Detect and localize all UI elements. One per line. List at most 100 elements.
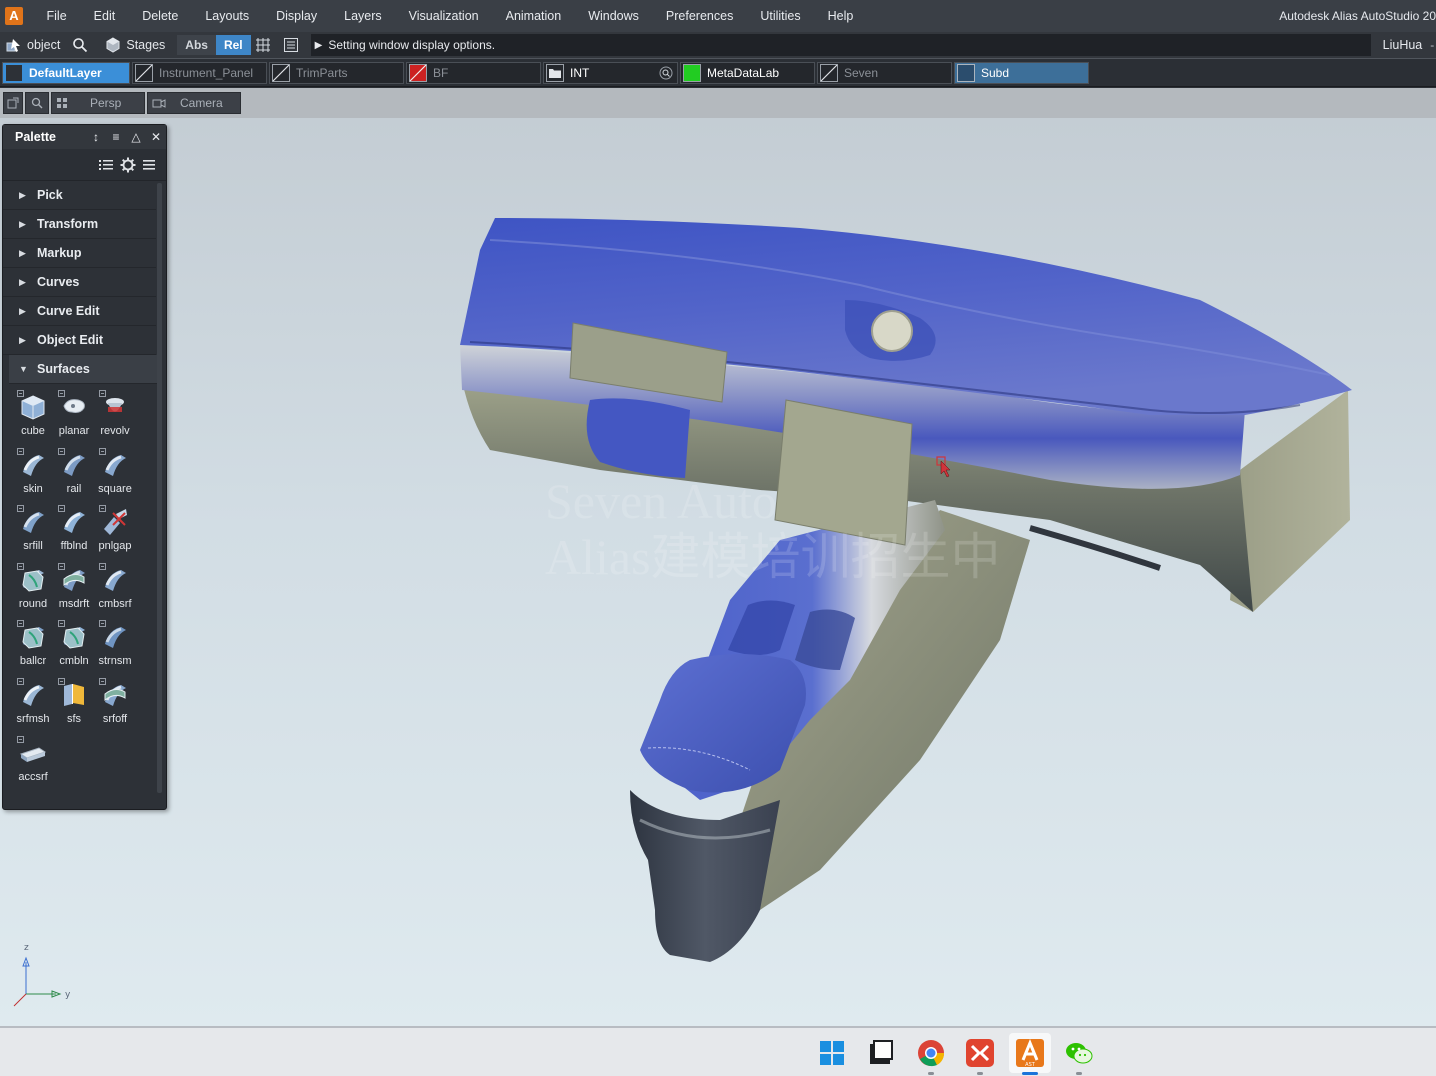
tool-srfmsh[interactable]: srfmsh: [13, 676, 53, 734]
display-options-button[interactable]: [280, 34, 307, 56]
tool-revolv[interactable]: revolv: [95, 388, 135, 446]
tool-pnlgap[interactable]: pnlgap: [95, 503, 135, 561]
section-pick[interactable]: ▶ Pick: [3, 181, 156, 210]
tool-strnsm[interactable]: strnsm: [95, 618, 135, 676]
tool-srfill[interactable]: srfill: [13, 503, 53, 561]
layer-seven[interactable]: Seven: [817, 61, 952, 84]
window-options-button[interactable]: [3, 92, 23, 114]
camera-button[interactable]: Camera: [147, 92, 241, 114]
list-view-icon[interactable]: [98, 158, 114, 172]
menu-preferences[interactable]: Preferences: [652, 0, 746, 32]
layer-int[interactable]: INT: [543, 61, 678, 84]
windows-start-icon[interactable]: [817, 1038, 847, 1068]
hamburger-icon[interactable]: [142, 158, 156, 172]
tool-sfs[interactable]: sfs: [54, 676, 94, 734]
xmind-icon[interactable]: [965, 1038, 995, 1068]
list-icon: [283, 38, 298, 52]
section-object-edit[interactable]: ▶ Object Edit: [3, 326, 156, 355]
section-curves[interactable]: ▶ Curves: [3, 268, 156, 297]
layer-defaultlayer[interactable]: DefaultLayer: [2, 61, 130, 84]
menu-bar: A File Edit Delete Layouts Display Layer…: [0, 0, 1436, 32]
section-surfaces[interactable]: ▼ Surfaces: [9, 355, 162, 384]
tool-square[interactable]: square: [95, 446, 135, 504]
resize-icon[interactable]: ↕: [86, 130, 106, 144]
strnsm-icon: [99, 620, 126, 649]
magnifier-icon: [31, 97, 43, 109]
layer-hidden-icon[interactable]: [272, 63, 290, 82]
tool-ballcr[interactable]: ballcr: [13, 618, 53, 676]
abs-button[interactable]: Abs: [177, 35, 216, 55]
palette-scrollbar[interactable]: [157, 183, 162, 793]
stages-cube-icon: [106, 37, 120, 53]
gear-icon[interactable]: [120, 157, 136, 173]
menu-layers[interactable]: Layers: [331, 0, 396, 32]
tool-msdrft[interactable]: msdrft: [54, 561, 94, 619]
tool-skin[interactable]: skin: [13, 446, 53, 504]
stages-button[interactable]: Stages: [99, 34, 171, 56]
layer-visibility-icon[interactable]: [5, 63, 23, 82]
menu-animation[interactable]: Animation: [492, 0, 575, 32]
planar-icon: [58, 390, 85, 413]
palette-header[interactable]: Palette ↕ ≡ △ ✕: [3, 125, 166, 149]
tool-label: msdrft: [58, 597, 90, 610]
tool-planar[interactable]: planar: [54, 388, 94, 446]
tool-cube[interactable]: cube: [13, 388, 53, 446]
menu-file[interactable]: File: [33, 0, 80, 32]
tool-cmbsrf[interactable]: cmbsrf: [95, 561, 135, 619]
wechat-icon[interactable]: [1064, 1038, 1094, 1068]
layer-trimparts[interactable]: TrimParts: [269, 61, 404, 84]
layer-instrument-panel[interactable]: Instrument_Panel: [132, 61, 267, 84]
chrome-icon[interactable]: [916, 1038, 946, 1068]
tool-label: strnsm: [98, 655, 132, 668]
menu-visualization[interactable]: Visualization: [395, 0, 492, 32]
instrument-panel-model[interactable]: [440, 198, 1370, 978]
tool-accsrf[interactable]: accsrf: [13, 734, 53, 792]
menu-display[interactable]: Display: [263, 0, 331, 32]
layer-hidden-icon[interactable]: [135, 63, 153, 82]
menu-utilities[interactable]: Utilities: [747, 0, 814, 32]
tool-srfoff[interactable]: srfoff: [95, 676, 135, 734]
menu-layouts[interactable]: Layouts: [192, 0, 263, 32]
tool-round[interactable]: round: [13, 561, 53, 619]
knob[interactable]: [871, 310, 913, 352]
tool-rail[interactable]: rail: [54, 446, 94, 504]
grid-snap-button[interactable]: [251, 34, 280, 56]
section-transform[interactable]: ▶ Transform: [3, 210, 156, 239]
section-curve-edit[interactable]: ▶ Curve Edit: [3, 297, 156, 326]
view-search-button[interactable]: [25, 92, 49, 114]
layer-color-green-icon[interactable]: [683, 63, 701, 82]
perspective-viewport[interactable]: Seven Auto Alias建模培训招生中 z y: [0, 118, 1436, 1026]
tool-cmbln[interactable]: cmbln: [54, 618, 94, 676]
tool-label: pnlgap: [98, 540, 132, 553]
menu-edit[interactable]: Edit: [80, 0, 129, 32]
search-button[interactable]: [66, 34, 99, 56]
collapse-up-icon[interactable]: △: [126, 130, 146, 144]
menu-help[interactable]: Help: [814, 0, 867, 32]
view-name: Persp: [90, 96, 122, 110]
menu-delete[interactable]: Delete: [129, 0, 192, 32]
alias-icon[interactable]: AST: [1015, 1038, 1045, 1068]
layer-metadatalab[interactable]: MetaDataLab: [680, 61, 815, 84]
surface-fill-icon: [17, 505, 44, 534]
palette-subheader: [3, 149, 166, 181]
round-icon: [17, 562, 44, 592]
layer-search-icon[interactable]: [659, 66, 673, 80]
file-icon[interactable]: [866, 1038, 896, 1068]
view-persp-button[interactable]: Persp: [51, 92, 145, 114]
menu-windows[interactable]: Windows: [575, 0, 653, 32]
menu-icon[interactable]: ≡: [106, 130, 126, 144]
tool-ffblnd[interactable]: ffblnd: [54, 503, 94, 561]
layer-visibility-icon[interactable]: [957, 63, 975, 82]
layer-hidden-icon[interactable]: [820, 63, 838, 82]
tool-label: srfill: [23, 540, 43, 553]
rel-button[interactable]: Rel: [215, 35, 251, 55]
object-pick-button[interactable]: object: [0, 34, 66, 56]
stages-label: Stages: [126, 38, 166, 52]
layer-hidden-red-icon[interactable]: [409, 63, 427, 82]
section-markup[interactable]: ▶ Markup: [3, 239, 156, 268]
layer-subd[interactable]: Subd: [954, 61, 1089, 84]
watermark-line1: Seven Auto: [545, 473, 777, 529]
close-icon[interactable]: ✕: [146, 130, 166, 144]
layer-bf[interactable]: BF: [406, 61, 541, 84]
folder-icon[interactable]: [546, 63, 564, 82]
